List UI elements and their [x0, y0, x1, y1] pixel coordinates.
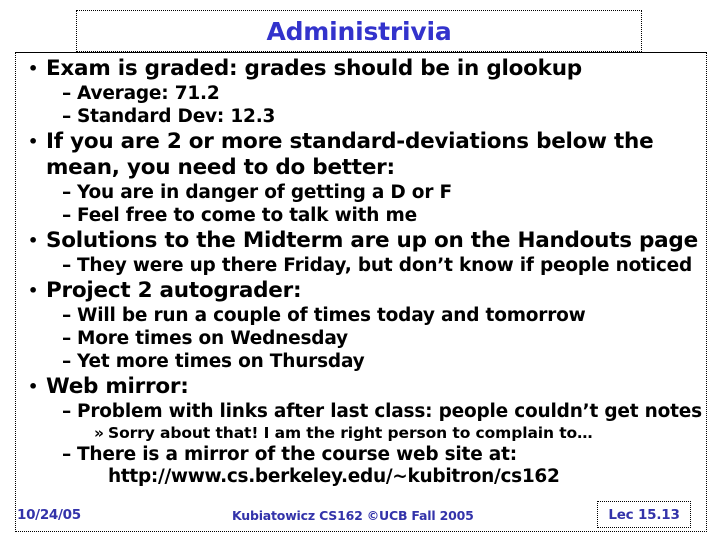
- bullet-text: Average: 71.2: [77, 83, 220, 104]
- page-title: Administrivia: [266, 16, 452, 46]
- bullet-item-level-2: – Problem with links after last class: pe…: [16, 400, 704, 423]
- bullet-item-level-1: • Solutions to the Midterm are up on the …: [16, 228, 704, 254]
- bullet-text: Exam is graded: grades should be in gloo…: [46, 56, 582, 81]
- bullet-text: You are in danger of getting a D or F: [77, 182, 452, 203]
- bullet-marker-icon: •: [28, 377, 38, 396]
- bullet-text: If you are 2 or more standard-deviations…: [46, 129, 654, 180]
- slide-body-box: • Exam is graded: grades should be in glo…: [15, 52, 707, 532]
- bullet-text: Solutions to the Midterm are up on the H…: [46, 228, 698, 253]
- presentation-slide: Administrivia • Exam is graded: grades sh…: [0, 0, 720, 540]
- footer-date: 10/24/05: [17, 507, 81, 523]
- bullet-text: Yet more times on Thursday: [77, 351, 365, 372]
- bullet-marker-icon: –: [62, 305, 72, 326]
- bullet-item-level-2: – Feel free to come to talk with me: [16, 204, 704, 227]
- bullet-marker-icon: –: [62, 444, 72, 465]
- bullet-text: Standard Dev: 12.3: [77, 106, 276, 127]
- bullet-marker-icon: –: [62, 205, 72, 226]
- bullet-item-level-2: – Will be run a couple of times today and…: [16, 304, 704, 327]
- bullet-text: Web mirror:: [46, 374, 189, 399]
- bullet-marker-icon: –: [62, 255, 72, 276]
- bullet-item-level-2: – You are in danger of getting a D or F: [16, 181, 704, 204]
- bullet-text: http://www.cs.berkeley.edu/~kubitron/cs1…: [108, 466, 560, 487]
- bullet-item-level-1: • If you are 2 or more standard-deviation…: [16, 129, 704, 181]
- bullet-text: Will be run a couple of times today and …: [77, 305, 586, 326]
- bullet-marker-icon: –: [62, 351, 72, 372]
- bullet-text: They were up there Friday, but don’t kno…: [77, 255, 693, 276]
- bullet-marker-icon: •: [28, 59, 38, 78]
- bullet-text: Problem with links after last class: peo…: [77, 401, 702, 422]
- bullet-item-level-2: – They were up there Friday, but don’t kn…: [16, 254, 704, 277]
- bullet-marker-icon: •: [28, 231, 38, 250]
- bullet-item-level-2: – Standard Dev: 12.3: [16, 105, 704, 128]
- bullet-item-level-2: – Average: 71.2: [16, 82, 704, 105]
- bullet-marker-icon: –: [62, 182, 72, 203]
- bullet-item-level-1: • Web mirror:: [16, 374, 704, 400]
- bullet-item-level-3: » Sorry about that! I am the right person…: [16, 423, 704, 443]
- bullet-list: • Exam is graded: grades should be in glo…: [16, 55, 706, 488]
- bullet-text: There is a mirror of the course web site…: [77, 444, 517, 465]
- bullet-item-level-2: – There is a mirror of the course web sit…: [16, 443, 704, 466]
- bullet-marker-icon: –: [62, 401, 72, 422]
- bullet-text: Feel free to come to talk with me: [77, 205, 417, 226]
- bullet-item-level-2: – Yet more times on Thursday: [16, 350, 704, 373]
- bullet-marker-icon: –: [62, 328, 72, 349]
- bullet-marker-icon: –: [62, 106, 72, 127]
- bullet-item-level-1: • Project 2 autograder:: [16, 278, 704, 304]
- bullet-text: Sorry about that! I am the right person …: [108, 424, 593, 442]
- footer-attribution: Kubiatowicz CS162 ©UCB Fall 2005: [232, 508, 474, 523]
- bullet-continuation: http://www.cs.berkeley.edu/~kubitron/cs1…: [16, 466, 704, 488]
- footer-lecture-badge: Lec 15.13: [597, 501, 691, 528]
- bullet-marker-icon: –: [62, 83, 72, 104]
- footer-lecture-label: Lec 15.13: [608, 506, 680, 523]
- bullet-item-level-2: – More times on Wednesday: [16, 327, 704, 350]
- bullet-marker-icon: •: [28, 132, 38, 151]
- bullet-text: Project 2 autograder:: [46, 278, 302, 303]
- bullet-item-level-1: • Exam is graded: grades should be in glo…: [16, 56, 704, 82]
- bullet-text: More times on Wednesday: [77, 328, 348, 349]
- slide-title-box: Administrivia: [76, 10, 642, 52]
- bullet-marker-icon: »: [94, 424, 104, 442]
- bullet-marker-icon: •: [28, 281, 38, 300]
